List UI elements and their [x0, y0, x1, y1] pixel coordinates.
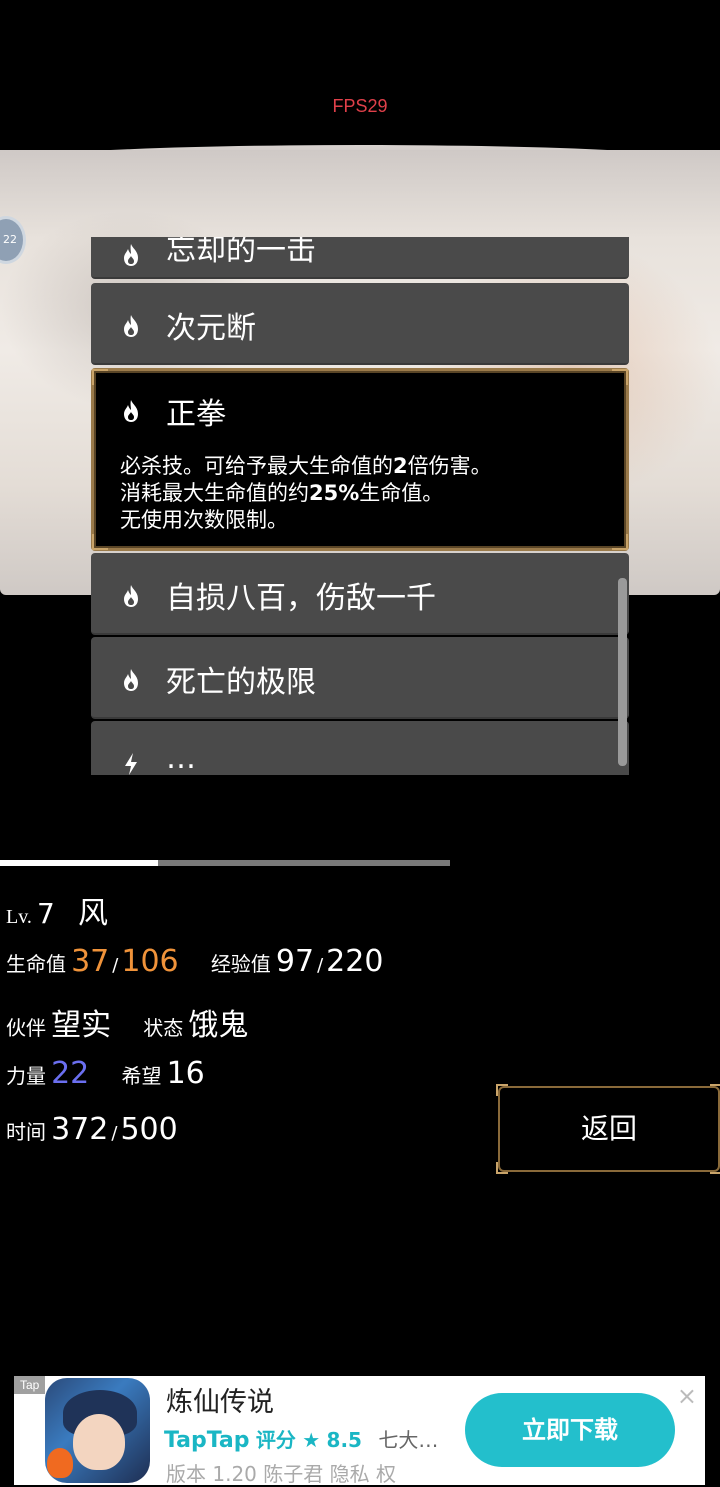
frame-corner: [496, 1084, 508, 1096]
ad-banner[interactable]: Tap 炼仙传说 TapTap 评分 ★ 8.5 七大… 版本 1.20 陈子君…: [14, 1376, 705, 1486]
back-button-label: 返回: [580, 1112, 637, 1145]
ad-rating: TapTap 评分 ★ 8.5 七大…: [164, 1424, 438, 1453]
star-icon: ★: [302, 1428, 321, 1452]
frame-corner: [92, 534, 108, 550]
close-icon[interactable]: ×: [677, 1382, 697, 1410]
exp-max: 220: [326, 944, 384, 979]
partner-value: 望实: [51, 1008, 112, 1043]
download-button[interactable]: 立即下载: [465, 1393, 675, 1467]
skill-item[interactable]: 忘却的一击: [91, 237, 629, 279]
slash: /: [112, 955, 119, 976]
hope-label: 希望: [121, 1064, 162, 1088]
flame-icon: [124, 585, 138, 607]
skill-name: 死亡的极限: [166, 665, 316, 700]
skill-description: 必杀技。可给予最大生命值的2倍伤害。 消耗最大生命值的约25%生命值。 无使用次…: [120, 454, 492, 532]
skill-item[interactable]: 次元断: [91, 283, 629, 365]
list-scrollbar[interactable]: [618, 578, 627, 766]
ad-tags: 七大…: [378, 1428, 439, 1452]
ad-app-title: 炼仙传说: [166, 1387, 274, 1418]
slash: /: [317, 955, 324, 976]
element-value: 风: [77, 896, 108, 931]
frame-corner: [710, 1084, 720, 1096]
flame-icon: [124, 400, 138, 422]
progress-bar: [0, 860, 450, 866]
strength-value: 22: [51, 1056, 90, 1091]
app-icon-flame: [47, 1448, 73, 1478]
time-label: 时间: [6, 1120, 46, 1144]
flame-icon: [124, 315, 138, 337]
skill-name: …: [166, 741, 196, 775]
level-label: Lv.: [6, 906, 32, 928]
skill-item[interactable]: …: [91, 721, 629, 775]
hp-label: 生命值: [6, 952, 66, 976]
hp-max: 106: [121, 944, 179, 979]
app-icon[interactable]: [45, 1378, 150, 1483]
app-icon-face: [73, 1414, 125, 1470]
hope-value: 16: [166, 1056, 205, 1091]
frame-corner: [612, 534, 628, 550]
level-row: Lv. 7 风: [6, 888, 108, 932]
slash: /: [111, 1123, 118, 1144]
strength-label: 力量: [6, 1064, 46, 1088]
rating-label: 评分: [255, 1428, 296, 1452]
skill-name: 忘却的一击: [166, 237, 316, 268]
fps-counter: FPS29: [332, 96, 388, 116]
flame-icon: [124, 669, 138, 691]
ad-meta: 版本 1.20 陈子君 隐私 权: [166, 1462, 396, 1486]
frame-corner: [612, 369, 628, 385]
progress-fill: [0, 860, 158, 866]
exp-label: 经验值: [210, 952, 271, 976]
frame-corner: [496, 1162, 508, 1174]
frame-corner: [92, 369, 108, 385]
skill-item[interactable]: 死亡的极限: [91, 637, 629, 719]
partner-status-row: 伙伴 望实 状态 饿鬼: [6, 1000, 248, 1044]
level-value: 7: [37, 897, 55, 930]
rating-score: 8.5: [326, 1428, 362, 1452]
skill-name: 自损八百，伤敌一千: [166, 581, 436, 616]
status-value: 饿鬼: [188, 1008, 249, 1043]
time-row: 时间 372/500: [6, 1112, 178, 1147]
frame-corner: [710, 1162, 720, 1174]
taptap-brand: TapTap: [164, 1428, 250, 1453]
flame-icon: [124, 244, 138, 266]
status-label: 状态: [143, 1016, 184, 1040]
skill-name: 正拳: [166, 397, 226, 432]
time-current: 372: [51, 1112, 109, 1147]
lightning-icon: [125, 753, 137, 775]
skill-name: 次元断: [166, 311, 256, 346]
exp-current: 97: [275, 944, 315, 979]
ad-tag: Tap: [14, 1376, 46, 1394]
strength-hope-row: 力量 22 希望 16: [6, 1056, 205, 1091]
back-button[interactable]: 返回: [496, 1084, 720, 1174]
skill-item[interactable]: 自损八百，伤敌一千: [91, 553, 629, 635]
time-max: 500: [120, 1112, 178, 1147]
partner-label: 伙伴: [6, 1016, 46, 1040]
skill-list[interactable]: 忘却的一击 次元断 正拳 必杀技。可给予最大生命值的2倍伤害。 消耗最大生命值的…: [91, 237, 629, 775]
hp-exp-row: 生命值 37/106 经验值 97/220: [6, 944, 383, 979]
hp-current: 37: [71, 944, 110, 979]
skill-item-selected[interactable]: 正拳 必杀技。可给予最大生命值的2倍伤害。 消耗最大生命值的约25%生命值。 无…: [91, 368, 629, 551]
